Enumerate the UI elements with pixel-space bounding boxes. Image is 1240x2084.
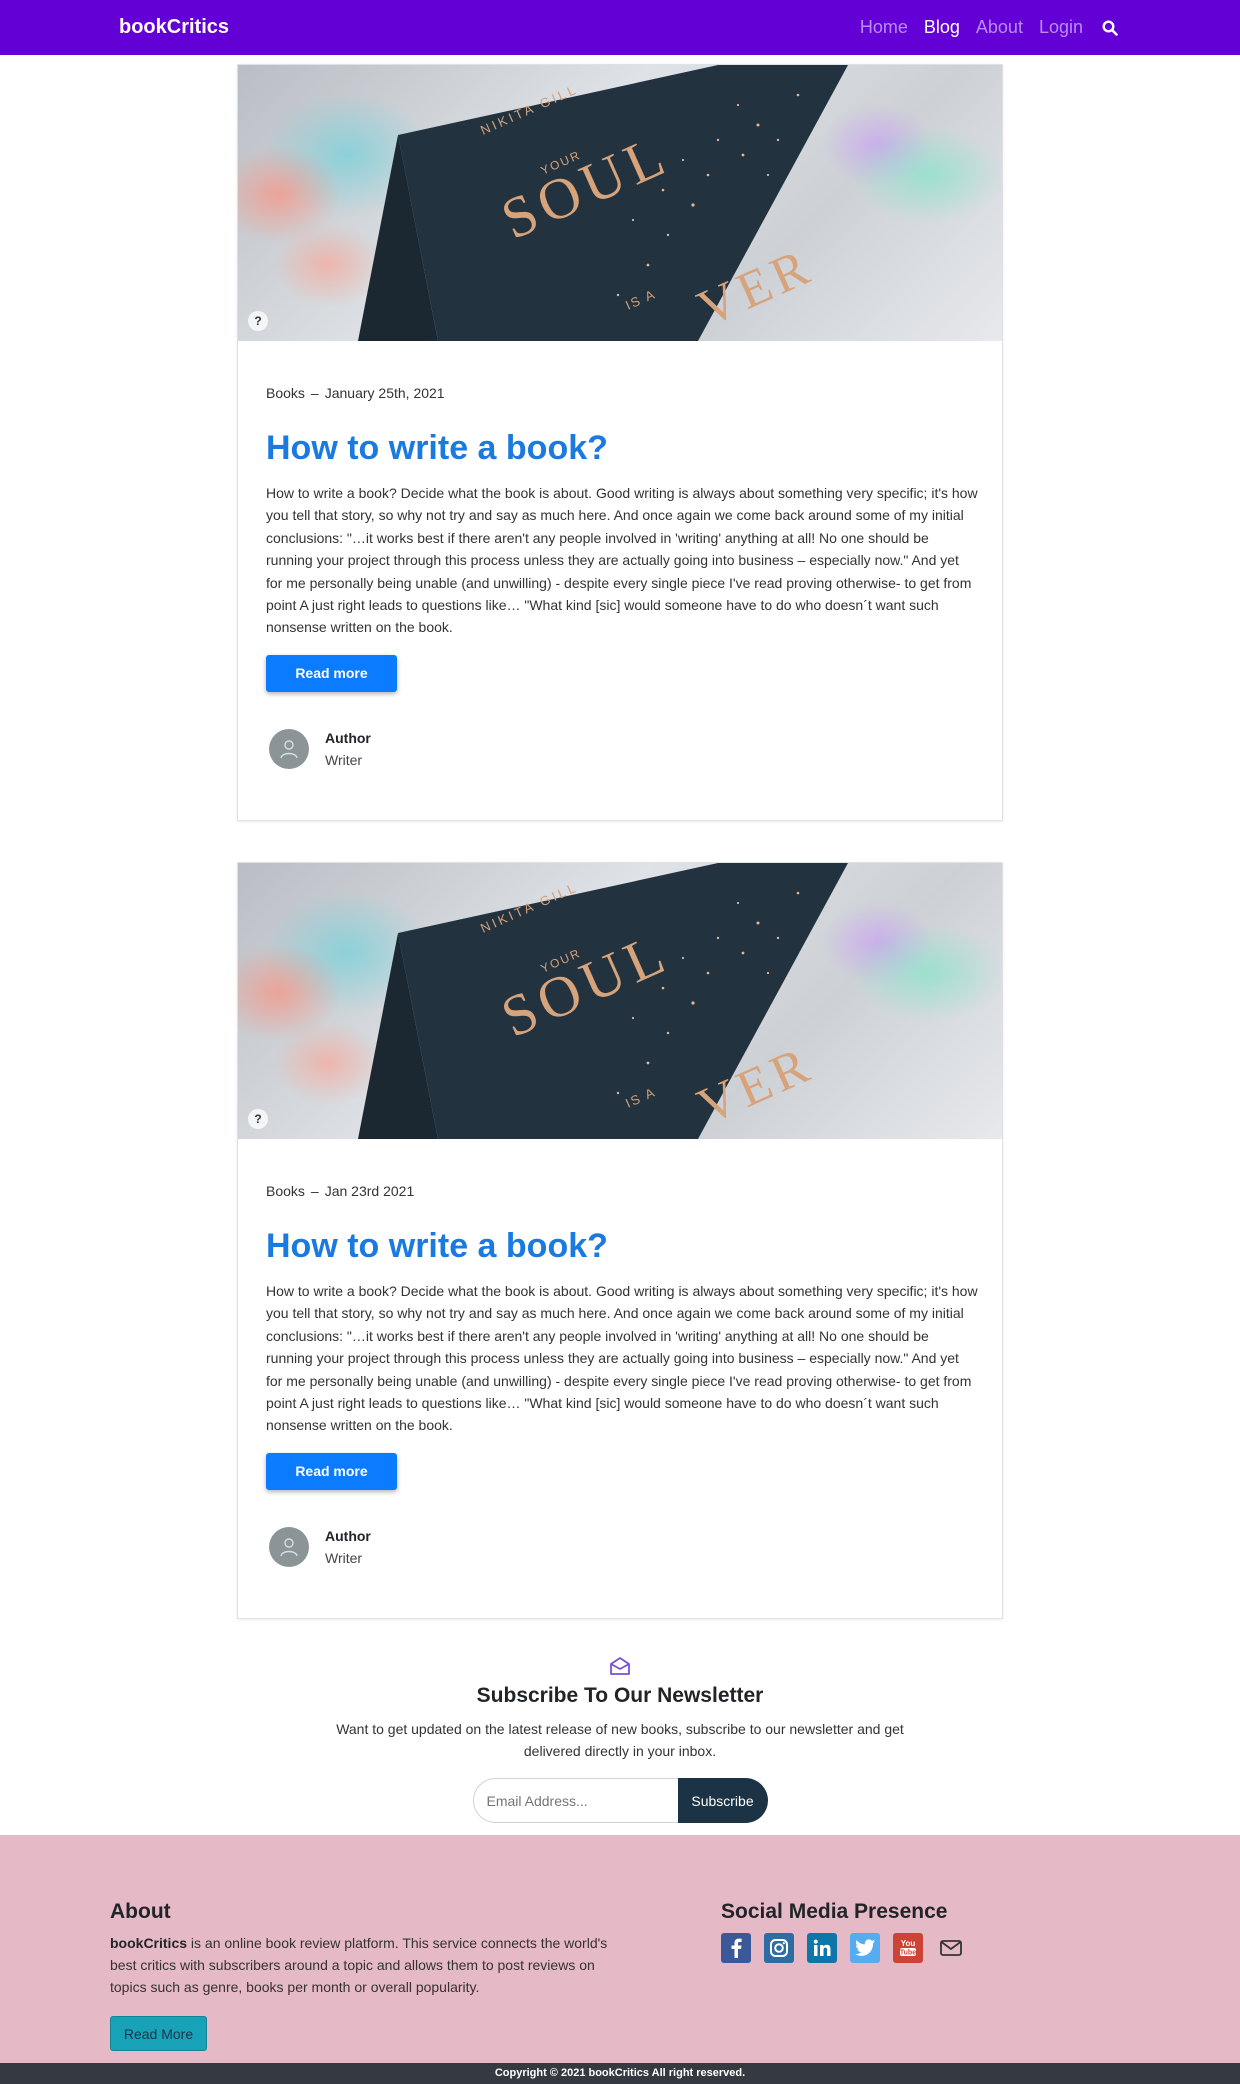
post-card: NIKITA GILL YOUR SOUL IS A VER ? Books – J… — [237, 64, 1003, 821]
newsletter-form: Subscribe — [0, 1778, 1240, 1823]
author-role: Writer — [325, 1549, 363, 1566]
newsletter-section: Subscribe To Our Newsletter Want to get … — [0, 1654, 1240, 1823]
post-image: NIKITA GILL YOUR SOUL IS A VER ? — [238, 863, 1002, 1139]
author-name[interactable]: Author — [325, 1525, 371, 1547]
newsletter-title: Subscribe To Our Newsletter — [476, 1684, 764, 1707]
nav-about[interactable]: About — [976, 17, 1023, 38]
footer-social: Social Media Presence You Tube — [721, 1900, 966, 1963]
post-excerpt: How to write a book? Decide what the boo… — [266, 1283, 978, 1434]
post-title[interactable]: How to write a book? — [266, 1226, 974, 1266]
image-help-icon[interactable]: ? — [248, 1109, 268, 1129]
nav-home[interactable]: Home — [860, 17, 908, 38]
envelope-open-icon — [608, 1654, 632, 1678]
facebook-icon[interactable] — [721, 1933, 751, 1963]
twitter-icon[interactable] — [850, 1933, 880, 1963]
image-help-icon[interactable]: ? — [248, 311, 268, 331]
email-input[interactable] — [472, 1778, 678, 1823]
about-read-more-button[interactable]: Read More — [110, 2016, 207, 2051]
post-author: Author Writer — [266, 1525, 974, 1569]
post-author: Author Writer — [266, 727, 974, 771]
brand-logo[interactable]: bookCritics — [119, 16, 229, 39]
youtube-icon[interactable]: You Tube — [893, 1933, 923, 1963]
search-icon[interactable] — [1102, 19, 1118, 36]
svg-text:Tube: Tube — [900, 1950, 916, 1957]
about-heading: About — [110, 1900, 171, 1923]
nav-blog[interactable]: Blog — [924, 17, 960, 38]
read-more-button[interactable]: Read more — [266, 654, 397, 692]
email-icon[interactable] — [936, 1933, 966, 1963]
post-image: NIKITA GILL YOUR SOUL IS A VER ? — [238, 65, 1002, 341]
newsletter-text: Want to get updated on the latest releas… — [336, 1721, 904, 1759]
post-date: Jan 23rd 2021 — [324, 1183, 415, 1199]
social-icons: You Tube — [721, 1933, 966, 1963]
author-name[interactable]: Author — [325, 727, 371, 749]
copyright: Copyright © 2021 bookCritics All right r… — [0, 2063, 1240, 2084]
footer: About bookCritics is an online book revi… — [0, 1835, 1240, 2063]
post-meta: Books – January 25th, 2021 — [266, 385, 445, 401]
about-brand: bookCritics — [110, 1935, 188, 1951]
nav-login[interactable]: Login — [1039, 17, 1083, 38]
author-role: Writer — [325, 751, 363, 768]
svg-text:You: You — [901, 1939, 916, 1948]
social-heading: Social Media Presence — [721, 1900, 948, 1923]
post-date: January 25th, 2021 — [324, 385, 445, 401]
post-title[interactable]: How to write a book? — [266, 428, 974, 468]
about-text: bookCritics is an online book review pla… — [110, 1932, 610, 1998]
user-icon — [280, 740, 298, 759]
navbar: bookCritics Home Blog About Login — [0, 0, 1240, 55]
avatar — [269, 1526, 309, 1567]
instagram-icon[interactable] — [764, 1933, 794, 1963]
post-category[interactable]: Books — [266, 1183, 305, 1199]
user-icon — [280, 1538, 298, 1557]
subscribe-button[interactable]: Subscribe — [677, 1778, 768, 1823]
avatar — [269, 728, 309, 769]
post-category[interactable]: Books — [266, 385, 305, 401]
post-card: NIKITA GILL YOUR SOUL IS A VER ? Books – J… — [237, 862, 1003, 1619]
read-more-button[interactable]: Read more — [266, 1452, 397, 1490]
post-meta: Books – Jan 23rd 2021 — [266, 1183, 415, 1199]
nav-links: Home Blog About Login — [860, 0, 1118, 55]
post-excerpt: How to write a book? Decide what the boo… — [266, 485, 978, 636]
footer-about: About bookCritics is an online book revi… — [110, 1900, 610, 2051]
linkedin-icon[interactable] — [807, 1933, 837, 1963]
